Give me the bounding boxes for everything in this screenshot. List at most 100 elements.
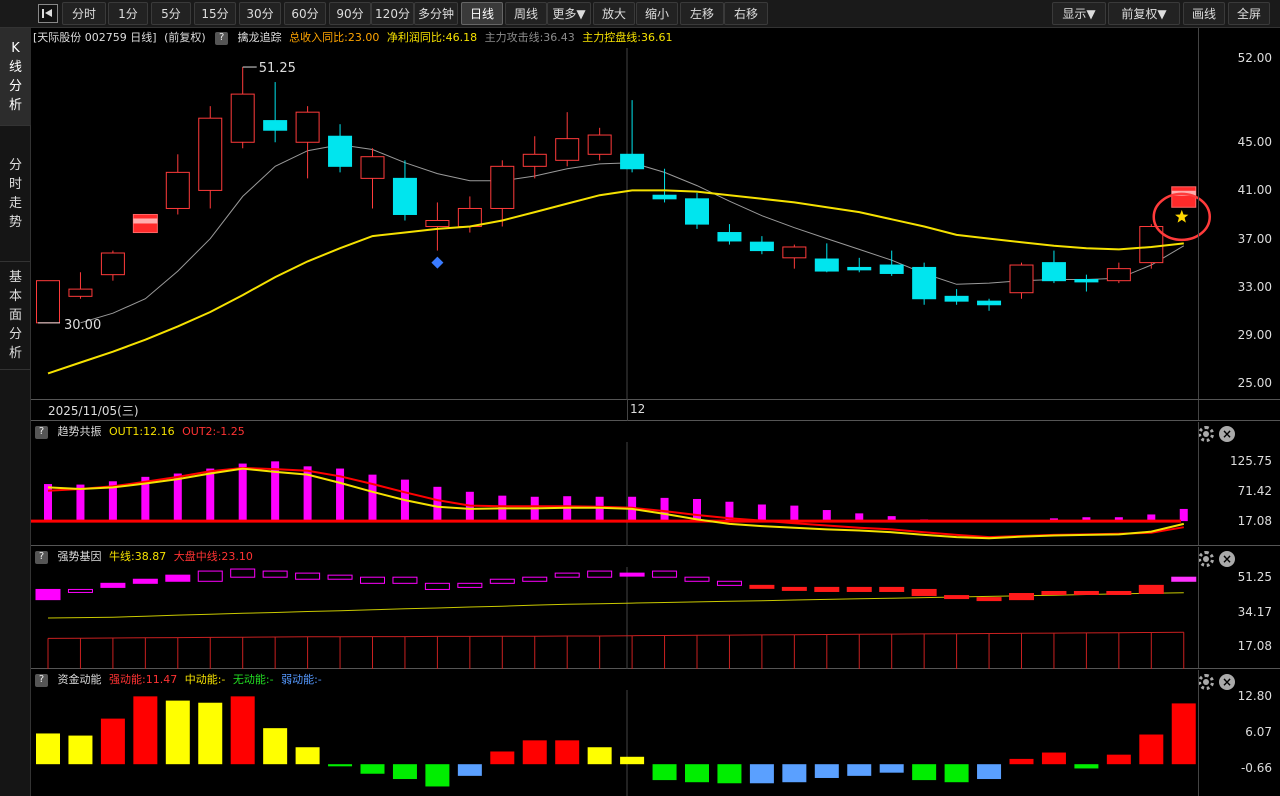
tab-120min[interactable]: 120分 xyxy=(371,2,414,25)
strength-tick: 34.17 xyxy=(1237,604,1272,619)
tab-weekly[interactable]: 周线 xyxy=(505,2,547,25)
candle-up xyxy=(782,246,807,259)
tab-minute[interactable]: 分时 xyxy=(62,2,106,25)
fund-bar xyxy=(1041,752,1066,765)
strength-box xyxy=(132,578,158,584)
fund-bar xyxy=(198,702,223,765)
adjust-menu[interactable]: 前复权▼ xyxy=(1108,2,1180,25)
flag-highlight xyxy=(133,218,158,224)
flag-candle xyxy=(1171,186,1197,208)
tab-daily[interactable]: 日线 xyxy=(461,2,503,25)
candle-down xyxy=(652,194,677,200)
sidebar-intraday[interactable]: 分时走势 xyxy=(0,126,31,262)
fund-momentum-panel[interactable]: ? 资金动能 强动能:11.47 中动能:- 无动能:- 弱动能:- × 12.… xyxy=(31,670,1280,796)
move-left-button[interactable]: 左移 xyxy=(680,2,724,25)
trend-chart[interactable] xyxy=(31,422,1198,546)
kline-panel[interactable]: [天际股份 002759 日线] (前复权) ? 擒龙追踪 总收入同比:23.0… xyxy=(31,28,1280,400)
strength-box xyxy=(976,597,1002,602)
low-label: 30.00 xyxy=(64,318,101,333)
draw-line-button[interactable]: 画线 xyxy=(1183,2,1225,25)
fund-bar xyxy=(1171,703,1196,765)
strength-scale: 51.25 34.17 17.08 xyxy=(1198,547,1280,668)
strength-box xyxy=(424,582,450,590)
tab-60min[interactable]: 60分 xyxy=(284,2,326,25)
strength-box xyxy=(879,586,905,592)
back-icon[interactable] xyxy=(38,4,58,23)
price-tick: 29.00 xyxy=(1237,327,1272,342)
candle-down xyxy=(1041,262,1066,282)
fund-bar xyxy=(782,764,807,783)
candle-up xyxy=(230,93,255,143)
fund-bar xyxy=(879,764,904,773)
display-menu[interactable]: 显示▼ xyxy=(1052,2,1106,25)
trend-bar xyxy=(173,473,182,522)
strength-box xyxy=(944,595,970,600)
trend-bar xyxy=(757,504,766,522)
strength-chart[interactable] xyxy=(31,547,1198,669)
candle-up xyxy=(100,252,125,276)
strength-box xyxy=(749,584,775,589)
tab-1min[interactable]: 1分 xyxy=(108,2,148,25)
fund-bar xyxy=(1106,754,1131,765)
price-scale: 52.00 45.00 41.00 37.00 33.00 29.00 25.00 xyxy=(1198,28,1280,399)
tab-90min[interactable]: 90分 xyxy=(329,2,371,25)
candle-down xyxy=(847,266,872,271)
candle-up xyxy=(555,138,580,161)
strength-box xyxy=(489,578,515,584)
sidebar-kline-analysis[interactable]: K线分析 xyxy=(0,28,31,126)
diamond-icon xyxy=(431,256,444,269)
candle-down xyxy=(814,258,839,272)
sidebar-fundamentals[interactable]: 基本面分析 xyxy=(0,262,31,370)
fund-bar xyxy=(847,764,872,776)
fund-bar xyxy=(1009,758,1034,765)
strength-box xyxy=(197,570,223,582)
strength-box xyxy=(1073,590,1099,595)
strength-box xyxy=(554,572,580,578)
fund-bar xyxy=(133,696,158,765)
fullscreen-button[interactable]: 全屏 xyxy=(1228,2,1270,25)
trend-tick: 17.08 xyxy=(1237,514,1272,529)
strength-box xyxy=(230,568,256,578)
move-right-button[interactable]: 右移 xyxy=(724,2,768,25)
strength-box xyxy=(392,576,418,584)
zoom-in-button[interactable]: 放大 xyxy=(593,2,635,25)
more-menu[interactable]: 更多▼ xyxy=(547,2,591,25)
strength-box xyxy=(1106,590,1132,595)
tab-30min[interactable]: 30分 xyxy=(239,2,281,25)
fund-tick: -0.66 xyxy=(1240,760,1272,775)
toolbar: 分时 1分 5分 15分 30分 60分 90分 120分 多分钟 日线 周线 更多▼ 放大 缩小 左移 右移… xyxy=(0,0,1280,28)
fund-bar xyxy=(328,764,353,767)
fund-bar xyxy=(230,696,255,765)
trend-resonance-panel[interactable]: ? 趋势共振 OUT1:12.16 OUT2:-1.25 × 125.75 71.… xyxy=(31,422,1280,546)
strength-tick: 51.25 xyxy=(1237,569,1272,584)
candle-up xyxy=(295,111,320,143)
price-tick: 25.00 xyxy=(1237,376,1272,390)
candle-up xyxy=(1106,268,1131,282)
zoom-out-button[interactable]: 缩小 xyxy=(636,2,678,25)
candle-up xyxy=(522,153,547,167)
trend-out2-line xyxy=(47,466,1184,539)
candle-down xyxy=(328,135,353,167)
tab-5min[interactable]: 5分 xyxy=(151,2,191,25)
price-tick: 52.00 xyxy=(1237,51,1272,65)
kline-chart[interactable]: 51.25 30.00 xyxy=(31,28,1211,400)
candle-up xyxy=(36,280,60,324)
strength-box xyxy=(619,572,645,577)
date-axis: 2025/11/05(三) 12 xyxy=(31,400,1280,421)
strength-gene-panel[interactable]: ? 强势基因 牛线:38.87 大盘中线:23.10 × 51.25 34.17 1… xyxy=(31,547,1280,669)
star-icon xyxy=(1175,209,1189,223)
strength-box xyxy=(360,576,385,584)
fund-bar xyxy=(555,740,580,765)
fund-chart[interactable] xyxy=(31,670,1198,796)
strength-box xyxy=(1171,576,1197,582)
candle-down xyxy=(912,266,937,300)
trend-bar xyxy=(368,474,377,522)
candle-down xyxy=(1074,278,1099,283)
tab-15min[interactable]: 15分 xyxy=(194,2,236,25)
candle-up xyxy=(360,156,385,179)
fund-tick: 6.07 xyxy=(1245,725,1272,740)
fund-scale: 12.80 6.07 -0.66 xyxy=(1198,670,1280,796)
tab-multi-min[interactable]: 多分钟 xyxy=(414,2,458,25)
candle-up xyxy=(457,207,482,228)
sidebar: K线分析分时走势基本面分析 xyxy=(0,28,31,796)
